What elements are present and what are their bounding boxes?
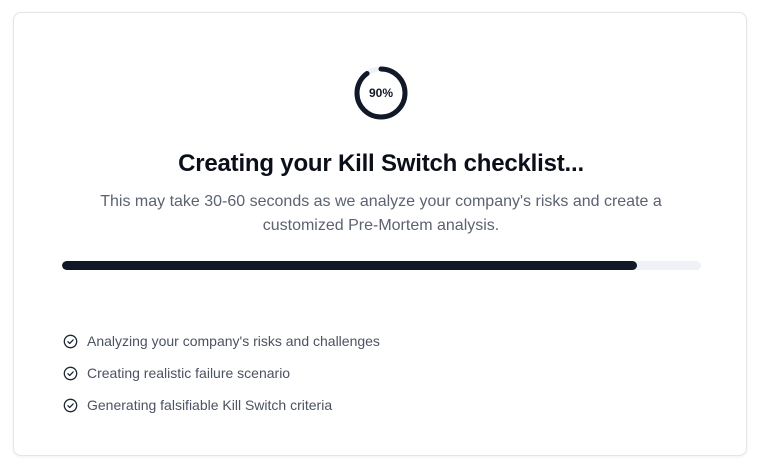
progress-bar-fill [62, 261, 638, 270]
step-label: Creating realistic failure scenario [87, 365, 291, 381]
progress-ring: 90% [354, 66, 408, 120]
page-subtitle: This may take 30-60 seconds as we analyz… [100, 193, 662, 234]
page-title: Creating your Kill Switch checklist... [178, 150, 584, 177]
check-circle-icon [62, 397, 78, 413]
step-item: Analyzing your company's risks and chall… [62, 325, 380, 357]
step-label: Generating falsifiable Kill Switch crite… [87, 397, 333, 413]
step-label: Analyzing your company's risks and chall… [87, 333, 380, 349]
check-circle-icon [62, 333, 78, 349]
progress-bar [62, 261, 701, 270]
check-circle-icon [62, 365, 78, 381]
step-item: Generating falsifiable Kill Switch crite… [62, 389, 380, 421]
step-list: Analyzing your company's risks and chall… [62, 325, 380, 421]
loading-card: 90% Creating your Kill Switch checklist.… [13, 12, 747, 456]
step-item: Creating realistic failure scenario [62, 357, 380, 389]
progress-percent-label: 90% [368, 86, 394, 100]
